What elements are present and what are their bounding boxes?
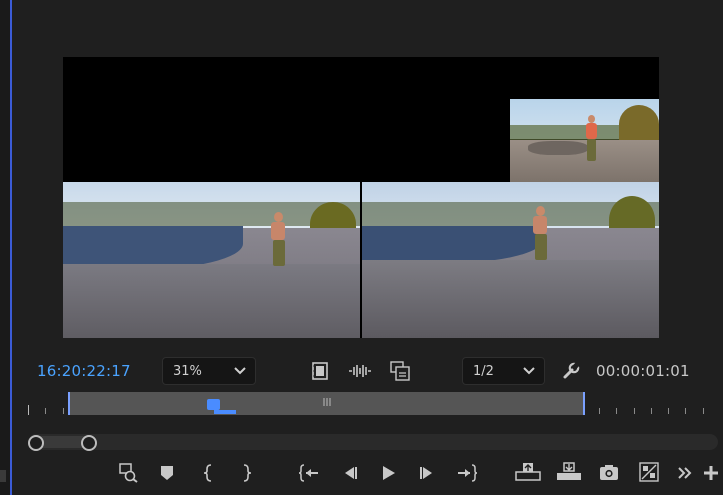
ruler-tick (651, 408, 652, 414)
panel-edge-marker (0, 470, 6, 482)
playhead-marker (214, 410, 236, 414)
go-to-in-icon[interactable] (299, 464, 319, 482)
video-clip-pip (510, 99, 659, 182)
film-strip-icon[interactable] (312, 362, 328, 380)
ruler-tick (616, 408, 617, 414)
zoom-search-icon[interactable] (118, 463, 138, 483)
ruler-tick (668, 408, 669, 414)
zoom-scrollbar-left-handle[interactable] (28, 435, 44, 451)
playback-resolution-select[interactable]: 1/2 (462, 357, 545, 385)
duration-timecode: 00:00:01:01 (596, 362, 690, 380)
go-to-out-icon[interactable] (457, 464, 477, 482)
panel-focus-indicator (10, 0, 12, 495)
extract-icon[interactable] (556, 462, 582, 482)
zoom-scrollbar-right-handle[interactable] (81, 435, 97, 451)
step-back-icon[interactable] (342, 465, 358, 481)
ruler-tick (28, 405, 29, 415)
play-icon[interactable] (381, 464, 397, 482)
ruler-tick (634, 408, 635, 414)
step-forward-icon[interactable] (419, 465, 435, 481)
ruler-tick (599, 408, 600, 414)
playback-resolution-value: 1/2 (473, 364, 494, 379)
add-button-icon[interactable] (703, 465, 719, 481)
program-monitor-frame[interactable] (63, 57, 659, 338)
ruler-tick (63, 408, 64, 414)
mark-out-icon[interactable] (240, 464, 252, 482)
playhead[interactable] (207, 399, 220, 410)
multicam-icon[interactable] (390, 361, 410, 381)
range-grip-icon[interactable] (323, 398, 331, 406)
export-frame-icon[interactable] (599, 464, 619, 481)
video-clip-left (63, 182, 360, 338)
chevron-down-icon (234, 367, 246, 375)
audio-waveform-icon[interactable] (349, 363, 371, 379)
video-clip-right (362, 182, 659, 338)
ruler-tick (703, 408, 704, 414)
zoom-level-select[interactable]: 31% (162, 357, 256, 385)
ruler-tick (45, 408, 46, 414)
mark-in-icon[interactable] (203, 464, 215, 482)
chevron-down-icon (523, 367, 535, 375)
lift-icon[interactable] (515, 462, 541, 482)
ruler-tick (685, 408, 686, 414)
more-controls-icon[interactable] (678, 466, 692, 480)
zoom-level-value: 31% (173, 364, 202, 379)
zoom-scrollbar[interactable] (28, 434, 718, 450)
add-marker-icon[interactable] (160, 465, 174, 481)
compare-view-icon[interactable] (639, 462, 659, 482)
wrench-icon[interactable] (562, 362, 580, 380)
current-timecode[interactable]: 16:20:22:17 (37, 362, 131, 380)
